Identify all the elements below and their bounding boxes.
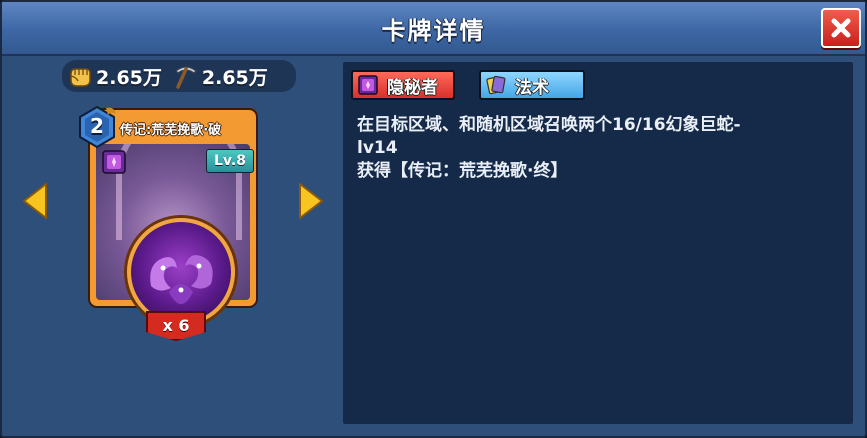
serpent-icon [150, 255, 213, 304]
next-card-button[interactable] [298, 182, 324, 220]
fist-icon [66, 62, 94, 90]
pickaxe-icon [172, 62, 200, 90]
prev-card-button[interactable] [22, 182, 48, 220]
secret-book-icon [100, 148, 128, 176]
pickaxe-cost-value: 2.65万 [201, 66, 268, 89]
card-level-badge: Lv.8 [206, 149, 254, 173]
close-button[interactable] [821, 8, 861, 48]
tag-spell-label: 法术 [515, 77, 549, 98]
card-preview-panel: 2.65万 2.65万 2 传记:荒芜挽歌·破 Lv.8 x 6 [6, 58, 336, 434]
card-count-badge: x 6 [146, 311, 206, 341]
right-arrow-icon [299, 183, 323, 219]
description-line: 在目标区域、和随机区域召唤两个16/16幻象巨蛇- [357, 115, 741, 135]
dialog-title: 卡牌详情 [381, 16, 486, 45]
title-bar: 卡牌详情 [2, 2, 865, 56]
card-art-orb [127, 218, 235, 326]
upgrade-cost-bar: 2.65万 2.65万 [62, 60, 296, 92]
card-frame: 2 传记:荒芜挽歌·破 Lv.8 [79, 106, 258, 326]
fist-cost: 2.65万 [66, 62, 162, 90]
close-icon [831, 18, 851, 38]
fist-cost-value: 2.65万 [96, 66, 162, 89]
secret-book-icon [357, 74, 379, 96]
card-cost-value: 2 [90, 114, 104, 138]
tag-secret-label: 隐秘者 [387, 77, 438, 98]
description-line: lv14 [357, 138, 398, 158]
card-detail-dialog: 卡牌详情 2.65万 2.65万 2 传记:荒芜挽歌·破 Lv.8 x 6 隐秘… [0, 0, 867, 438]
tag-secret: 隐秘者 [351, 70, 455, 100]
tag-spell: 法术 [479, 70, 585, 100]
card-cost-gem: 2 [78, 106, 116, 148]
description-line: 获得【传记：荒芜挽歌·终】 [357, 161, 568, 181]
spell-cards-icon [485, 74, 507, 96]
card-description: 在目标区域、和随机区域召唤两个16/16幻象巨蛇- lv14 获得【传记：荒芜挽… [357, 114, 837, 183]
card-info-panel: 隐秘者 法术 在目标区域、和随机区域召唤两个16/16幻象巨蛇- lv14 获得… [343, 62, 853, 424]
pickaxe-cost: 2.65万 [172, 62, 268, 90]
card-name: 传记:荒芜挽歌·破 [120, 123, 222, 138]
card-tags: 隐秘者 法术 [351, 70, 585, 100]
left-arrow-icon [23, 183, 47, 219]
